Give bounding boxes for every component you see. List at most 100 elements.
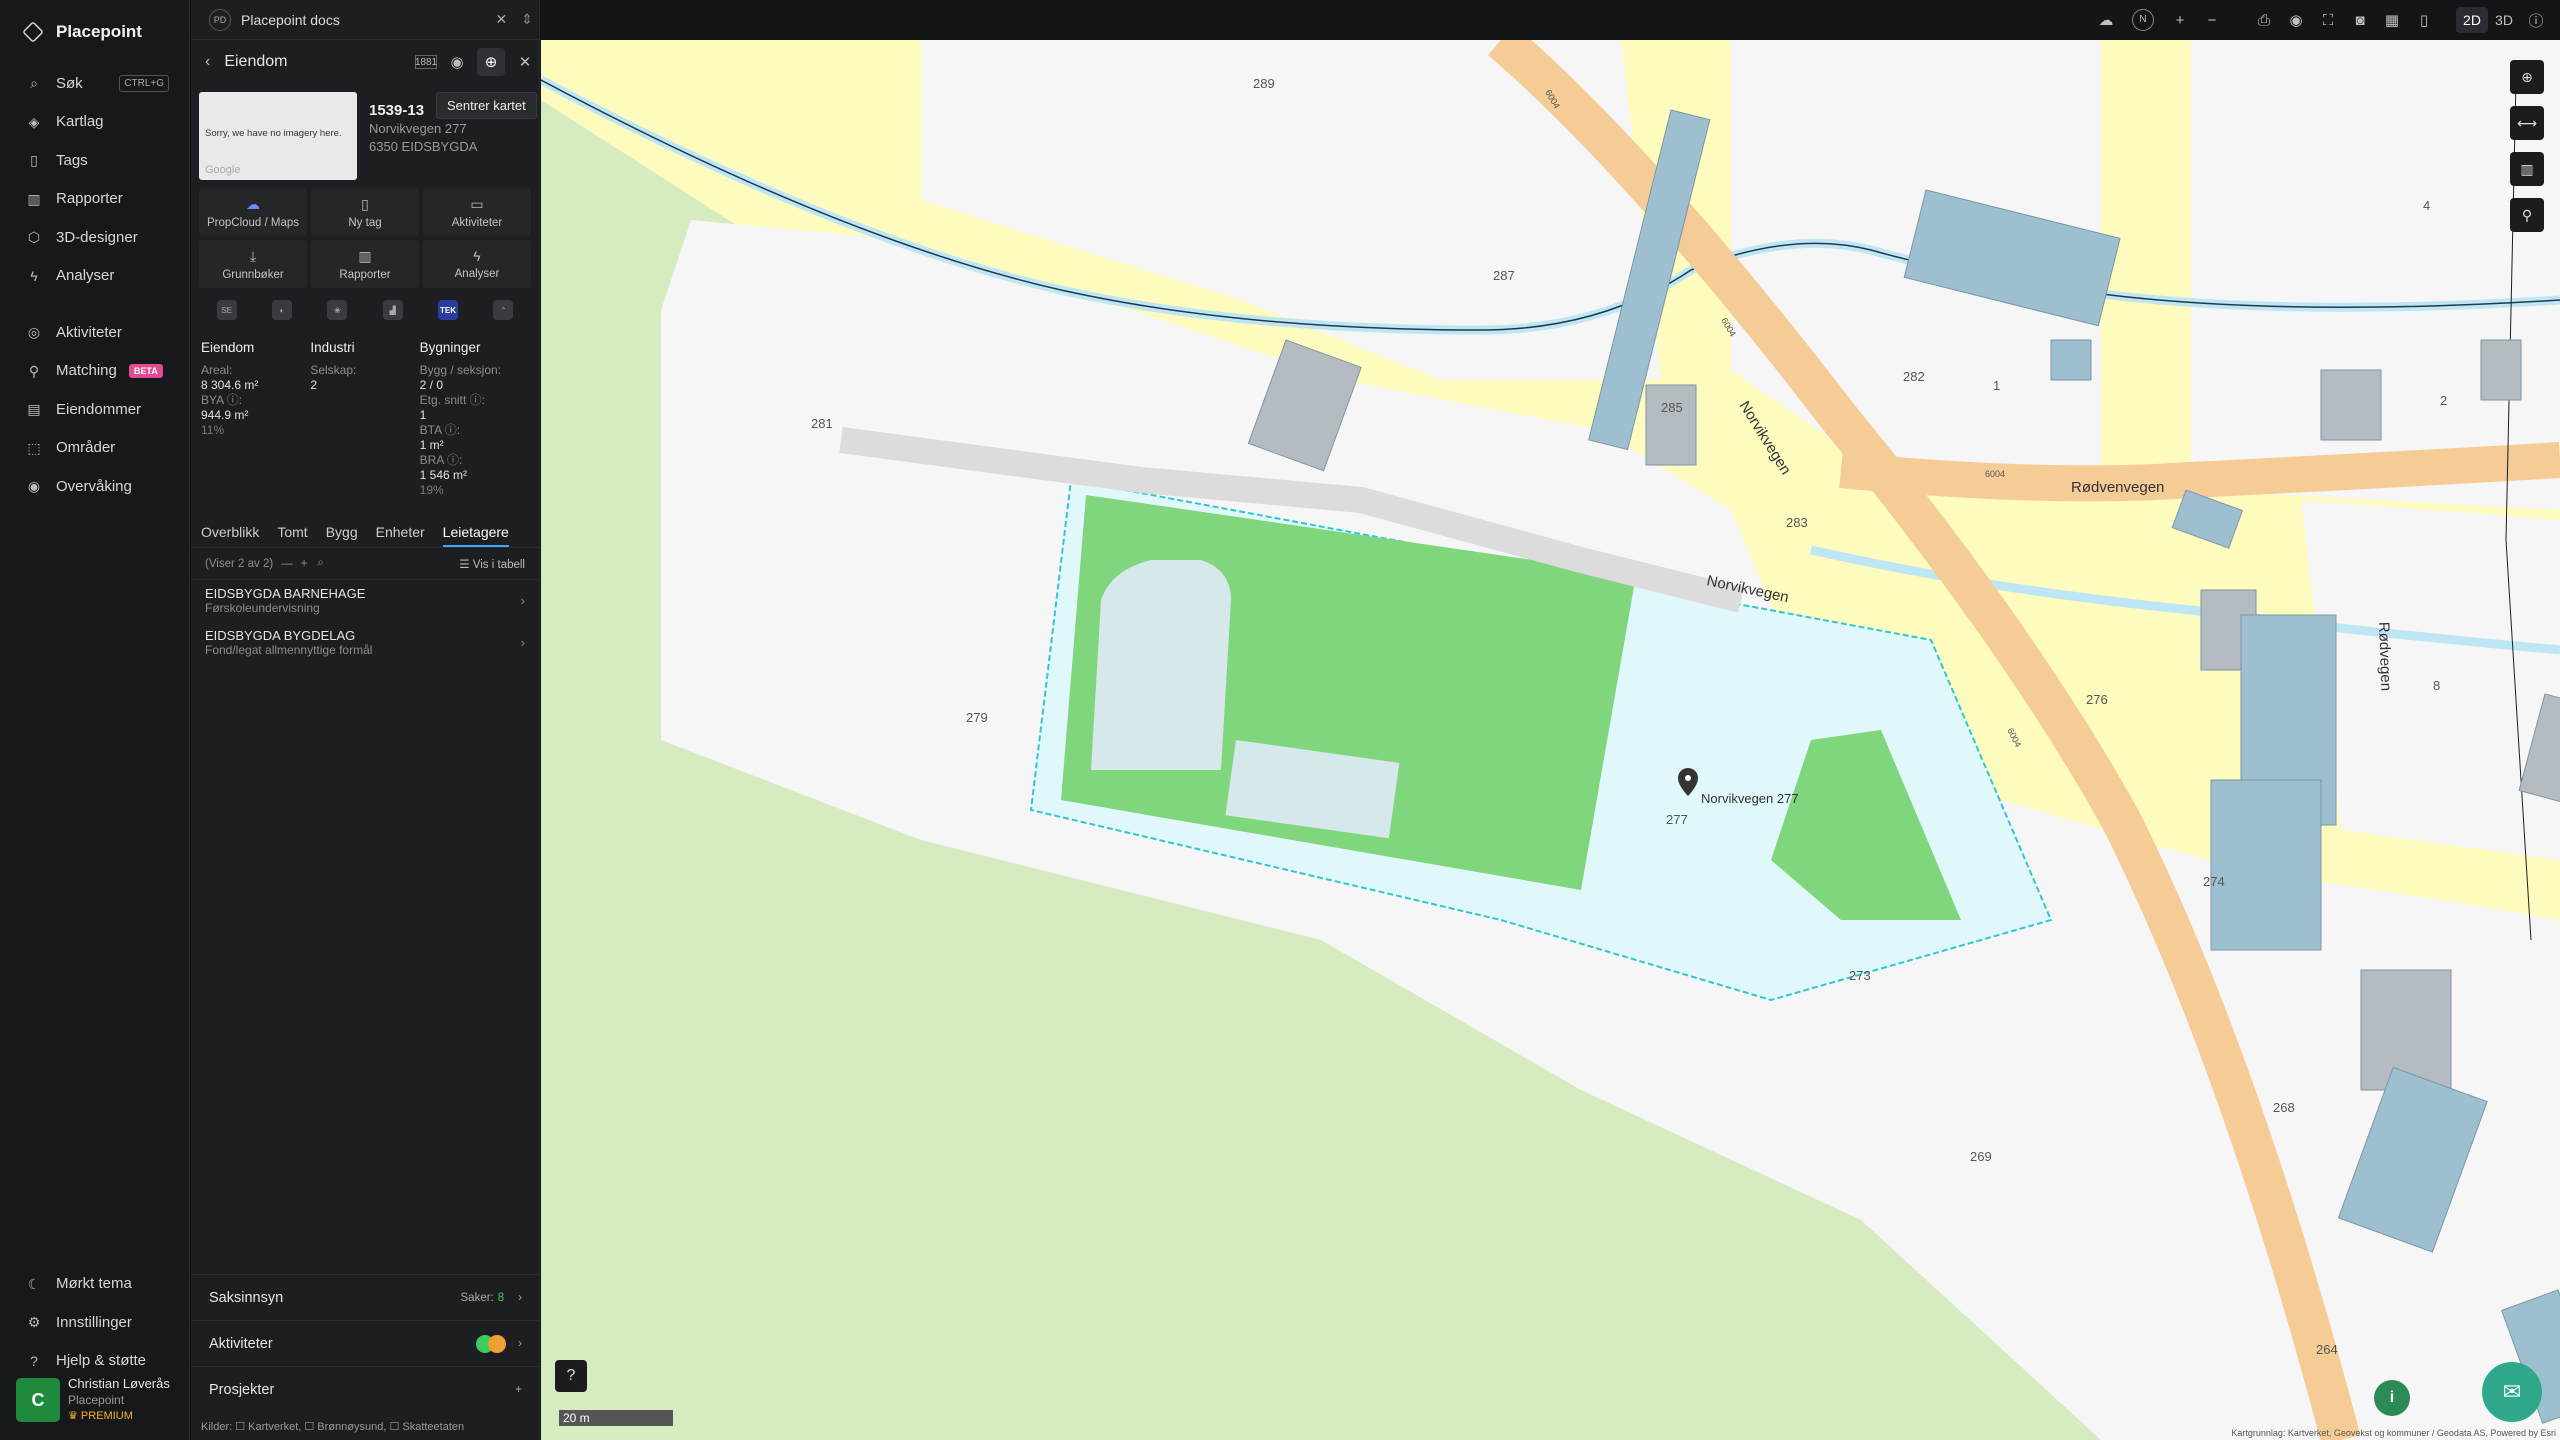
nav-item-overvaking[interactable]: ◉ Overvåking: [0, 467, 189, 506]
docs-header[interactable]: PD Placepoint docs ✕ ⇕: [191, 0, 539, 40]
analyses-button[interactable]: ϟ Analyser: [423, 240, 531, 288]
settings-link[interactable]: ⚙ Innstillinger: [0, 1303, 190, 1342]
tab-bygg[interactable]: Bygg: [326, 518, 358, 547]
matching-icon: ⚲: [28, 362, 40, 379]
nav-item-tags[interactable]: ▯ Tags: [0, 141, 189, 180]
bookmark-icon: ▯: [30, 152, 38, 169]
expand-icon[interactable]: ⇕: [521, 11, 533, 28]
prosjekter-row[interactable]: Prosjekter +: [191, 1366, 540, 1412]
source-globe-icon[interactable]: ◐: [271, 300, 292, 320]
area-icon: ⬚: [27, 439, 41, 456]
house-number: 4: [2423, 198, 2430, 213]
beta-badge: BETA: [128, 363, 163, 378]
eye-icon[interactable]: ◉: [2280, 11, 2312, 29]
monitor-icon: ◉: [27, 478, 41, 495]
source-tek-icon[interactable]: TEK: [437, 300, 458, 320]
locate-icon[interactable]: ⊕: [2510, 60, 2544, 94]
action-grid: ☁ PropCloud / Maps ▯ Ny tag ▭ Aktiviteter ⤓…: [191, 180, 539, 288]
close-docs-icon[interactable]: ✕: [496, 11, 508, 28]
nav-item-analyser[interactable]: ϟ Analyser: [0, 257, 189, 296]
activities-button[interactable]: ▭ Aktiviteter: [423, 188, 531, 236]
zoom-in-icon[interactable]: +: [2164, 12, 2196, 29]
reports-button[interactable]: ▥ Rapporter: [311, 240, 419, 288]
grunnboker-button[interactable]: ⤓ Grunnbøker: [199, 240, 307, 288]
mode-2d-button[interactable]: 2D: [2456, 7, 2488, 33]
chat-button[interactable]: ✉: [2482, 1362, 2542, 1422]
fullscreen-icon[interactable]: ⛶: [2312, 12, 2344, 29]
chevron-right-icon: ›: [520, 593, 525, 608]
house-number: 283: [1786, 515, 1808, 530]
nav-item-eiendommer[interactable]: ▤ Eiendommer: [0, 390, 189, 429]
user-profile[interactable]: C Christian Løverås Placepoint ♛ PREMIUM: [16, 1376, 170, 1424]
download-icon: ⤓: [249, 247, 257, 264]
tab-enheter[interactable]: Enheter: [376, 518, 425, 547]
back-icon[interactable]: ‹: [205, 53, 210, 71]
brand[interactable]: Placepoint: [0, 0, 189, 64]
zoom-out-icon[interactable]: −: [2196, 12, 2228, 29]
saksinnsyn-row[interactable]: Saksinnsyn Saker: 8 ›: [191, 1274, 540, 1320]
nav-item-matching[interactable]: ⚲ Matching BETA: [0, 352, 189, 391]
add-project-icon[interactable]: +: [515, 1384, 522, 1396]
map-canvas[interactable]: 289 287 281 285 282 1 283 279 277 276 27…: [541, 40, 2560, 1440]
list-item[interactable]: EIDSBYGDA BYGDELAG Fond/legat allmennytti…: [191, 622, 539, 664]
nav-item-sok[interactable]: ⌕ Søk CTRL+G: [0, 64, 189, 103]
list-item[interactable]: EIDSBYGDA BARNEHAGE Førskoleundervisning …: [191, 580, 539, 622]
analysis-icon: ϟ: [30, 267, 38, 284]
center-map-icon[interactable]: ⊕: [477, 48, 505, 76]
tab-leietagere[interactable]: Leietagere: [442, 518, 509, 547]
badge-icon[interactable]: 1881: [415, 55, 437, 69]
grid-icon[interactable]: ▦: [2376, 11, 2408, 29]
crown-icon: ♛: [68, 1410, 81, 1422]
nav-item-aktiviteter[interactable]: ◎ Aktiviteter: [0, 313, 189, 352]
chart-icon[interactable]: ▥: [2510, 152, 2544, 186]
print-icon[interactable]: ⎙: [2248, 12, 2280, 29]
house-number: 279: [966, 710, 988, 725]
camera-icon[interactable]: ◙: [2344, 12, 2376, 29]
tab-tomt[interactable]: Tomt: [277, 518, 307, 547]
house-number: 8: [2433, 678, 2440, 693]
source-plant-icon[interactable]: ❀: [327, 300, 348, 320]
docs-badge: PD: [209, 8, 231, 31]
bookmark-icon[interactable]: ▯: [2408, 11, 2440, 29]
source-bars-icon[interactable]: ▟: [382, 300, 403, 320]
source-se-icon[interactable]: SE: [216, 300, 237, 320]
activity-avatars: [476, 1334, 507, 1353]
table-view-button[interactable]: ☰ Vis i tabell: [459, 557, 525, 571]
compass-icon[interactable]: N: [2132, 9, 2154, 31]
help-link[interactable]: ? Hjelp & støtte: [0, 1342, 190, 1381]
avatar: C: [16, 1378, 60, 1422]
collapse-icon[interactable]: —: [281, 558, 293, 570]
house-number: 1: [1993, 378, 2000, 393]
cloud-lock-icon[interactable]: ☁: [2090, 11, 2122, 29]
analysis-icon[interactable]: ⚲: [2510, 198, 2544, 232]
map-info-button[interactable]: i: [2374, 1380, 2410, 1416]
nav-item-kartlag[interactable]: ◈ Kartlag: [0, 103, 189, 142]
search-icon: ⌕: [30, 75, 38, 92]
map-svg[interactable]: 289 287 281 285 282 1 283 279 277 276 27…: [541, 40, 2560, 1440]
list-toolbar: (Viser 2 av 2) — + ⌕ ☰ Vis i tabell: [191, 548, 539, 580]
search-icon[interactable]: ⌕: [317, 557, 323, 570]
nav-item-omrader[interactable]: ⬚ Områder: [0, 429, 189, 468]
close-panel-icon[interactable]: ✕: [511, 48, 539, 76]
new-tag-button[interactable]: ▯ Ny tag: [311, 188, 419, 236]
nav-item-rapporter[interactable]: ▥ Rapporter: [0, 180, 189, 219]
property-thumbnail[interactable]: Sorry, we have no imagery here. Google: [199, 92, 357, 180]
map-help-button[interactable]: ?: [555, 1360, 587, 1392]
document-icon: ▤: [27, 401, 41, 418]
house-number: 277: [1666, 812, 1688, 827]
info-icon[interactable]: ⓘ: [2520, 10, 2552, 31]
nav-item-3d-designer[interactable]: ⬡ 3D-designer: [0, 218, 189, 257]
aktiviteter-row[interactable]: Aktiviteter ›: [191, 1320, 540, 1366]
map-side-tools: ⊕ ⟷ ▥ ⚲: [2510, 60, 2544, 244]
measure-icon[interactable]: ⟷: [2510, 106, 2544, 140]
panel-header: ‹ Eiendom 1881 ◉ ⊕ ✕: [191, 40, 539, 84]
tab-overblikk[interactable]: Overblikk: [201, 518, 259, 547]
dark-theme-toggle[interactable]: ☾ Mørkt tema: [0, 1265, 190, 1304]
source-more-icon[interactable]: ⌃: [493, 300, 514, 320]
propcloud-button[interactable]: ☁ PropCloud / Maps: [199, 188, 307, 236]
mode-3d-button[interactable]: 3D: [2488, 12, 2520, 28]
map-attribution: Kartgrunnlag: Kartverket, Geovekst og ko…: [2231, 1428, 2556, 1438]
add-icon[interactable]: +: [301, 558, 308, 570]
eye-icon[interactable]: ◉: [443, 48, 471, 76]
cloud-icon: ☁: [246, 195, 260, 212]
